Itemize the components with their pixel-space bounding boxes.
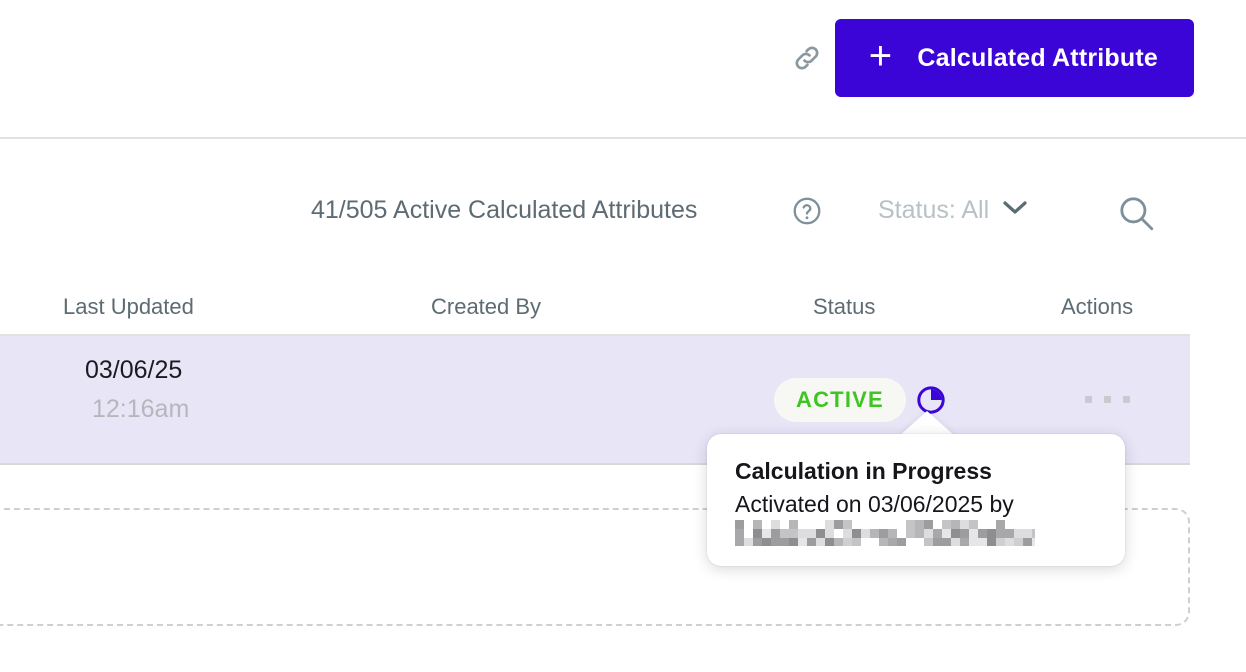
add-calculated-attribute-button[interactable]: + Calculated Attribute bbox=[835, 19, 1194, 97]
list-toolbar: 41/505 Active Calculated Attributes Stat… bbox=[0, 182, 1246, 252]
tooltip-subtitle: Activated on 03/06/2025 by bbox=[735, 491, 1014, 518]
plus-icon: + bbox=[868, 34, 893, 78]
cell-last-updated-time: 12:16am bbox=[92, 395, 190, 423]
app-page: + Calculated Attribute 41/505 Active Cal… bbox=[0, 0, 1246, 672]
top-bar: + Calculated Attribute bbox=[0, 0, 1246, 138]
kebab-dot bbox=[1104, 396, 1111, 403]
tooltip-title: Calculation in Progress bbox=[735, 458, 992, 484]
calculation-tooltip: Calculation in Progress Activated on 03/… bbox=[707, 434, 1125, 566]
column-header-last-updated: Last Updated bbox=[63, 294, 194, 319]
kebab-dot bbox=[1123, 396, 1130, 403]
active-count-label: 41/505 Active Calculated Attributes bbox=[311, 196, 698, 224]
status-filter-dropdown[interactable]: Status: All bbox=[878, 182, 1028, 238]
kebab-dot bbox=[1085, 396, 1092, 403]
status-badge-label: ACTIVE bbox=[796, 387, 884, 412]
column-header-created-by: Created By bbox=[431, 294, 542, 319]
kebab-menu-icon[interactable] bbox=[1085, 396, 1130, 403]
cell-last-updated-date: 03/06/25 bbox=[85, 356, 183, 384]
column-header-actions: Actions bbox=[1061, 294, 1134, 319]
table-header: Last Updated Created By Status Actions bbox=[0, 283, 1246, 336]
header-divider bbox=[0, 137, 1246, 139]
help-circle-icon[interactable] bbox=[791, 195, 823, 227]
search-icon[interactable] bbox=[1115, 192, 1157, 234]
add-calculated-attribute-label: Calculated Attribute bbox=[917, 43, 1158, 72]
link-icon[interactable] bbox=[779, 30, 835, 86]
top-bar-actions: + Calculated Attribute bbox=[779, 19, 1194, 97]
chevron-down-icon bbox=[1002, 199, 1028, 221]
status-badge: ACTIVE bbox=[774, 378, 906, 422]
status-filter-label: Status: All bbox=[878, 195, 990, 224]
column-header-status: Status bbox=[813, 294, 876, 319]
tooltip-author-redacted bbox=[735, 520, 1035, 546]
